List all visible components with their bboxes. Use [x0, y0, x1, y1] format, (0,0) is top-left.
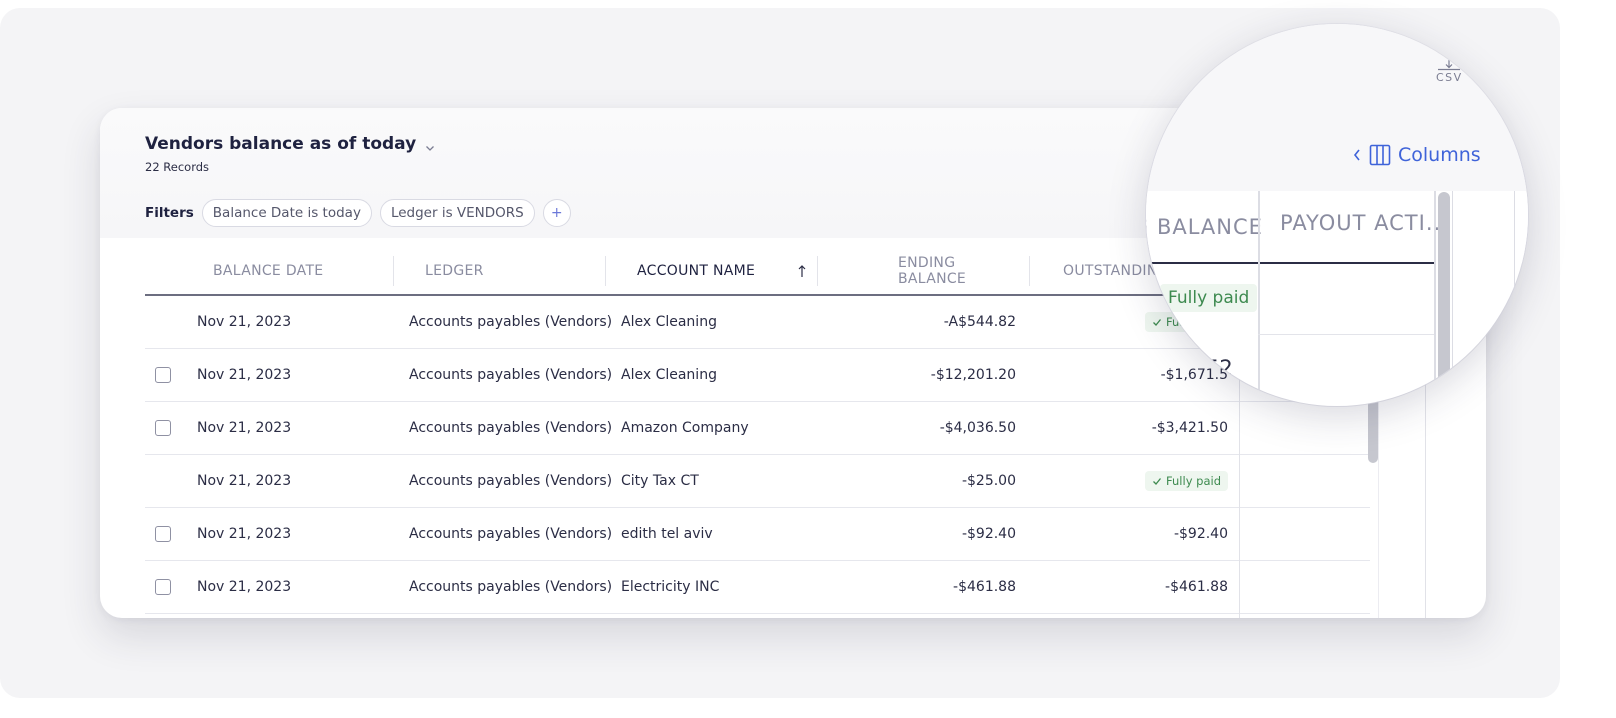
cell-ledger: Accounts payables (Vendors) — [409, 314, 613, 330]
cell-ending-balance: -A$544.82 — [943, 314, 1016, 330]
magnifier-header-underline — [1146, 262, 1434, 264]
row-checkbox[interactable] — [155, 526, 171, 542]
cell-ledger: Accounts payables (Vendors) — [409, 420, 613, 436]
cell-outstanding: Fully paid — [1045, 455, 1228, 507]
cell-ledger: Accounts payables (Vendors) — [409, 526, 613, 542]
column-separator[interactable] — [393, 256, 394, 286]
table-row[interactable]: Nov 21, 2023 Accounts payables (Vendors) A… — [145, 349, 1370, 402]
cell-balance-date: Nov 21, 2023 — [197, 579, 292, 595]
zoom-magnifier: CSV Columns G BALANCE PAYOUT ACTI... Ful… — [1146, 24, 1528, 406]
cell-ending-balance: -$461.88 — [953, 579, 1016, 595]
magnifier-column-divider — [1258, 191, 1260, 406]
columns-icon — [1369, 144, 1391, 166]
header-outstanding[interactable]: OUTSTANDIN — [1063, 246, 1155, 296]
chevron-left-icon — [1353, 149, 1360, 161]
cell-ledger: Accounts payables (Vendors) — [409, 579, 613, 595]
csv-download-icon[interactable]: CSV — [1434, 58, 1464, 86]
cell-ending-balance: -$25.00 — [961, 473, 1016, 489]
cell-ending-balance: -$92.40 — [961, 526, 1016, 542]
table-row[interactable]: Nov 21, 2023 Accounts payables (Vendors) C… — [145, 455, 1370, 508]
magnifier-fully-paid-label: Fully paid — [1168, 288, 1250, 308]
cell-ledger: Accounts payables (Vendors) — [409, 473, 613, 489]
chevron-down-icon[interactable] — [424, 139, 436, 151]
row-checkbox[interactable] — [155, 420, 171, 436]
header-ending-balance[interactable]: ENDING BALANCE — [898, 246, 1020, 296]
table-body: Nov 21, 2023 Accounts payables (Vendors) A… — [145, 296, 1370, 614]
report-title-row[interactable]: Vendors balance as of today — [145, 134, 436, 154]
magnifier-fully-paid-badge: Fully paid — [1160, 284, 1258, 312]
add-filter-button[interactable]: + — [542, 199, 571, 227]
check-icon — [1152, 476, 1162, 486]
column-separator[interactable] — [1029, 256, 1030, 286]
cell-account-name: City Tax CT — [621, 473, 699, 489]
table-row[interactable]: Nov 21, 2023 Accounts payables (Vendors) e… — [145, 508, 1370, 561]
header-ledger[interactable]: LEDGER — [425, 246, 484, 296]
column-separator[interactable] — [605, 256, 606, 286]
cell-balance-date: Nov 21, 2023 — [197, 314, 292, 330]
cell-account-name: Alex Cleaning — [621, 367, 717, 383]
row-checkbox[interactable] — [155, 367, 171, 383]
cell-balance-date: Nov 21, 2023 — [197, 473, 292, 489]
cell-balance-date: Nov 21, 2023 — [197, 526, 292, 542]
records-count: 22 Records — [145, 160, 210, 174]
magnifier-column-divider — [1514, 191, 1515, 406]
cell-outstanding: -$1,671.5 — [1160, 367, 1228, 383]
cell-account-name: Amazon Company — [621, 420, 749, 436]
cell-ending-balance: -$12,201.20 — [930, 367, 1016, 383]
column-separator[interactable] — [817, 256, 818, 286]
magnifier-partial-number: 52 — [1206, 356, 1233, 380]
columns-button[interactable]: Columns — [1352, 144, 1481, 166]
magnifier-column-divider — [1434, 191, 1436, 406]
header-account-name[interactable]: ACCOUNT NAME — [637, 246, 755, 296]
filter-chip-ledger[interactable]: Ledger is VENDORS — [379, 199, 535, 227]
table-row[interactable]: Nov 21, 2023 Accounts payables (Vendors) A… — [145, 402, 1370, 455]
cell-account-name: edith tel aviv — [621, 526, 713, 542]
magnifier-header-payout-action[interactable]: PAYOUT ACTI... — [1280, 187, 1449, 259]
table-row[interactable]: Nov 21, 2023 Accounts payables (Vendors) E… — [145, 561, 1370, 614]
csv-label: CSV — [1436, 71, 1463, 84]
fully-paid-badge: Fully paid — [1145, 471, 1228, 491]
cell-account-name: Alex Cleaning — [621, 314, 717, 330]
columns-label: Columns — [1398, 144, 1481, 166]
filters-label: Filters — [145, 205, 194, 221]
cell-balance-date: Nov 21, 2023 — [197, 367, 292, 383]
cell-outstanding: -$92.40 — [1173, 526, 1228, 542]
magnifier-table-header: G BALANCE PAYOUT ACTI... — [1146, 191, 1528, 263]
filters-row: Filters Balance Date is today Ledger is … — [145, 199, 571, 227]
cell-outstanding: -$3,421.50 — [1151, 420, 1228, 436]
row-checkbox[interactable] — [155, 579, 171, 595]
cell-ledger: Accounts payables (Vendors) — [409, 367, 613, 383]
fully-paid-label: Fully paid — [1166, 474, 1221, 488]
cell-account-name: Electricity INC — [621, 579, 720, 595]
cell-ending-balance: -$4,036.50 — [939, 420, 1016, 436]
magnifier-column-divider — [1452, 191, 1453, 406]
magnifier-header-ending-balance[interactable]: G BALANCE — [1146, 191, 1263, 263]
magnifier-scrollbar-thumb[interactable] — [1438, 192, 1450, 406]
filter-chip-balance-date[interactable]: Balance Date is today — [201, 199, 372, 227]
report-title: Vendors balance as of today — [145, 134, 417, 154]
cell-balance-date: Nov 21, 2023 — [197, 420, 292, 436]
check-icon — [1152, 317, 1162, 327]
sort-ascending-icon[interactable] — [797, 263, 807, 279]
header-balance-date[interactable]: BALANCE DATE — [213, 246, 323, 296]
magnifier-row-divider — [1258, 334, 1434, 335]
cell-outstanding: -$461.88 — [1165, 579, 1228, 595]
